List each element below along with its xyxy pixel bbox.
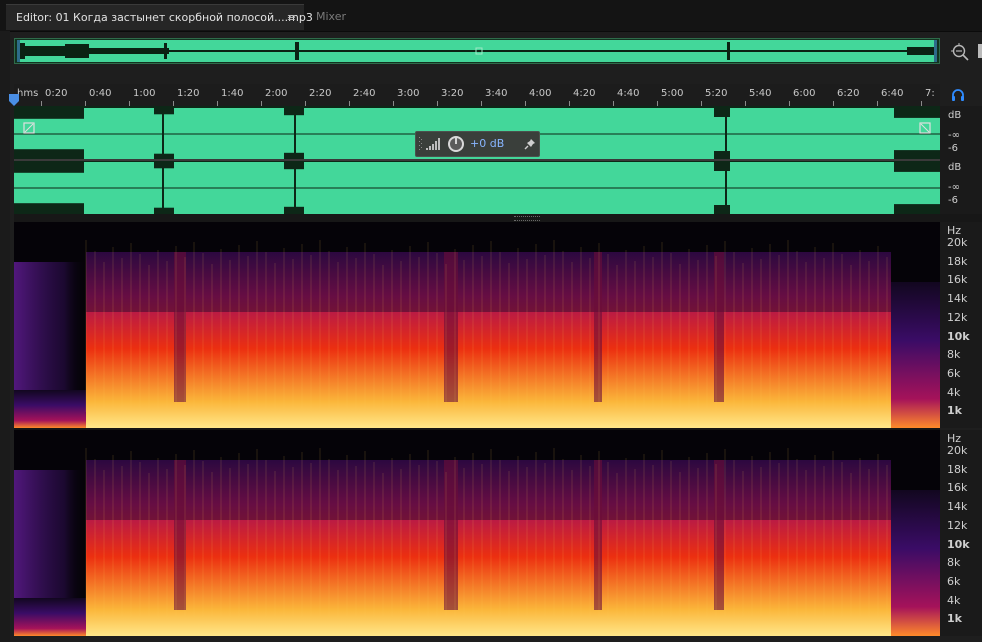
zoom-selection-icon[interactable]	[950, 42, 970, 62]
amplitude-scale: dB -∞ -6 dB -∞ -6	[940, 106, 982, 214]
time-ruler-unit: hms	[17, 88, 39, 99]
frequency-tick: 6k	[947, 366, 961, 380]
spectral-outro-band	[891, 282, 940, 428]
amplitude-unit-ch2: dB	[948, 162, 962, 173]
waveform-quiet-region	[714, 151, 730, 160]
time-ruler-tick: 5:00	[661, 88, 684, 99]
waveform-quiet-region	[14, 108, 84, 119]
waveform-channel-right	[14, 162, 940, 214]
frequency-scale-right: Hz 20k 18k 16k 14k 12k 10k 8k 6k 4k 1k	[940, 430, 982, 636]
amplitude-tick: -6	[948, 195, 958, 206]
time-ruler-tick: 6:00	[793, 88, 816, 99]
time-ruler-tick: 5:20	[705, 88, 728, 99]
time-ruler-tick: 6:40	[881, 88, 904, 99]
amplitude-unit-ch1: dB	[948, 110, 962, 121]
time-ruler-tick: 4:20	[573, 88, 596, 99]
volume-bars-icon	[426, 138, 440, 150]
waveform-quiet-region	[894, 204, 940, 214]
waveform-quiet-region	[714, 108, 730, 117]
tab-mixer[interactable]: Mixer	[306, 4, 356, 30]
overview-navigator[interactable]	[14, 38, 940, 64]
time-ruler-tick: 6:20	[837, 88, 860, 99]
waveform-quiet-region	[894, 162, 940, 172]
time-ruler-tick: 0:20	[45, 88, 68, 99]
waveform-quiet-region	[714, 162, 730, 171]
frequency-tick: 6k	[947, 574, 961, 588]
time-ruler-tick: 2:20	[309, 88, 332, 99]
tab-menu-icon[interactable]: ≡	[287, 5, 296, 31]
frequency-scale-left: Hz 20k 18k 16k 14k 12k 10k 8k 6k 4k 1k	[940, 222, 982, 428]
waveform-quiet-region	[894, 150, 940, 160]
frequency-tick: 14k	[947, 292, 968, 306]
tab-editor[interactable]: Editor: 01 Когда застынет скорбной полос…	[6, 4, 313, 31]
tab-editor-label: Editor: 01 Когда застынет скорбной полос…	[16, 11, 313, 24]
left-gutter	[0, 31, 10, 642]
time-ruler[interactable]: hms 0:20 0:40 1:00 1:20 1:40 2:00 2:20 2:40 3:00…	[14, 84, 940, 107]
spectral-dip	[594, 460, 602, 610]
document-tab-bar: Editor: 01 Когда застынет скорбной полос…	[0, 0, 982, 32]
frequency-tick: 10k	[947, 329, 970, 343]
frequency-tick: 10k	[947, 537, 970, 551]
waveform-quiet-region	[14, 203, 84, 214]
time-ruler-tick: 0:40	[89, 88, 112, 99]
playhead-marker[interactable]	[9, 94, 19, 106]
time-ruler-tick: 3:00	[397, 88, 420, 99]
frequency-tick: 12k	[947, 518, 968, 532]
frequency-tick: 20k	[947, 444, 968, 457]
spectral-intro-low	[14, 390, 86, 428]
frequency-tick: 1k	[947, 612, 962, 626]
amplitude-tick: -∞	[948, 182, 960, 193]
time-ruler-tick: 7:	[925, 88, 935, 99]
frequency-tick: 4k	[947, 385, 961, 399]
spectral-display-left[interactable]	[14, 222, 940, 428]
hud-drag-grip[interactable]	[419, 137, 423, 151]
spectral-outro-band	[891, 490, 940, 636]
amplitude-tick: -∞	[948, 130, 960, 141]
spectral-intro-low	[14, 598, 86, 636]
divider-grip-icon[interactable]	[514, 216, 540, 221]
overview-visible-range[interactable]	[17, 40, 937, 62]
frequency-tick: 8k	[947, 348, 961, 362]
volume-value[interactable]: +0 dB	[470, 137, 504, 150]
overview-waveform	[17, 40, 937, 62]
waveform-quiet-region	[894, 108, 940, 118]
waveform-quiet-region	[14, 162, 84, 173]
frequency-tick: 16k	[947, 273, 968, 287]
amplitude-tick: -6	[948, 143, 958, 154]
headphones-icon[interactable]	[951, 88, 965, 102]
frequency-tick: 4k	[947, 593, 961, 607]
time-ruler-tick: 4:40	[617, 88, 640, 99]
frequency-tick: 18k	[947, 462, 968, 476]
frequency-tick: 14k	[947, 500, 968, 514]
frequency-tick: 12k	[947, 310, 968, 324]
time-ruler-tick: 3:40	[485, 88, 508, 99]
volume-hud[interactable]: +0 dB	[415, 131, 540, 157]
waveform-display[interactable]	[14, 106, 940, 214]
waveform-quiet-region	[714, 205, 730, 214]
time-ruler-tick: 5:40	[749, 88, 772, 99]
view-divider[interactable]	[14, 214, 982, 222]
time-ruler-tick: 1:20	[177, 88, 200, 99]
time-ruler-tick: 3:20	[441, 88, 464, 99]
frequency-tick: 18k	[947, 254, 968, 268]
spectral-dip	[594, 252, 602, 402]
volume-knob[interactable]	[447, 135, 465, 153]
time-ruler-tick: 2:00	[265, 88, 288, 99]
waveform-graphic	[14, 108, 940, 214]
frequency-tick: 16k	[947, 481, 968, 495]
time-ruler-tick: 1:00	[133, 88, 156, 99]
panel-edge-marker	[978, 44, 982, 58]
time-ruler-tick: 4:00	[529, 88, 552, 99]
frequency-tick: 20k	[947, 236, 968, 249]
spectrogram-left	[14, 222, 940, 428]
pin-icon[interactable]	[524, 138, 536, 150]
waveform-quiet-region	[14, 149, 84, 160]
frequency-tick: 8k	[947, 556, 961, 570]
time-ruler-tick: 1:40	[221, 88, 244, 99]
time-ruler-tick: 2:40	[353, 88, 376, 99]
spectral-display-right[interactable]	[14, 430, 940, 636]
spectrogram-right	[14, 430, 940, 636]
frequency-tick: 1k	[947, 404, 962, 418]
